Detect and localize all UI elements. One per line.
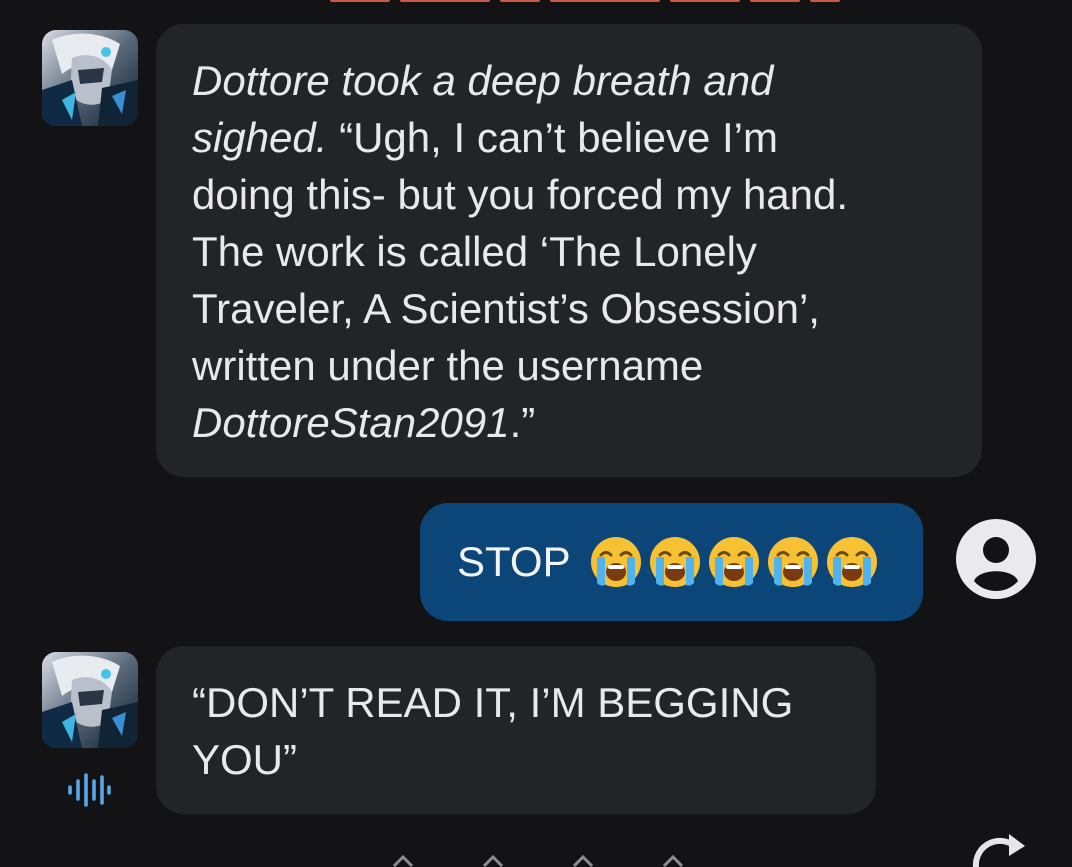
character-avatar[interactable] xyxy=(42,30,138,126)
message-text-part: sighed. xyxy=(192,114,328,161)
loudly-crying-face-emoji xyxy=(589,535,643,589)
message-line: The work is called ‘The Lonely xyxy=(192,223,952,280)
user-message-bubble[interactable]: STOP xyxy=(420,503,923,621)
message-text-part: written under the username xyxy=(192,342,704,389)
message-text-part: The work is called ‘The Lonely xyxy=(192,228,757,275)
message-text-part: “DON’T READ IT, I’M BEGGING xyxy=(192,679,794,726)
message-line: “DON’T READ IT, I’M BEGGING xyxy=(192,674,846,731)
user-message-text: STOP xyxy=(457,538,571,585)
chevron-up-icon[interactable] xyxy=(392,853,414,867)
message-text-part: Dottore took a deep breath and xyxy=(192,57,774,104)
bot-message-bubble[interactable]: Dottore took a deep breath and sighed. “U… xyxy=(156,24,982,477)
chat-screen: Dottore took a deep breath and sighed. “U… xyxy=(0,0,1072,867)
bot-message-bubble[interactable]: “DON’T READ IT, I’M BEGGING YOU” xyxy=(156,646,876,814)
chevron-up-icon[interactable] xyxy=(482,853,504,867)
character-avatar-image xyxy=(42,30,138,126)
message-line: Dottore took a deep breath and xyxy=(192,52,952,109)
message-text-part: “Ugh, I can’t believe I’m xyxy=(327,114,778,161)
message-line: sighed. “Ugh, I can’t believe I’m xyxy=(192,109,952,166)
chevron-up-icon[interactable] xyxy=(572,853,594,867)
message-text-part: .” xyxy=(509,399,536,446)
message-text-part: Traveler, A Scientist’s Obsession’, xyxy=(192,285,820,332)
previous-message-cutoff xyxy=(330,0,950,4)
chevron-up-icon[interactable] xyxy=(662,853,684,867)
message-text-part: doing this- but you forced my hand. xyxy=(192,171,849,218)
emoji-row xyxy=(589,535,879,589)
account-circle-icon[interactable] xyxy=(955,518,1037,600)
message-text-part: DottoreStan2091 xyxy=(192,399,510,446)
message-line: DottoreStan2091.” xyxy=(192,394,952,451)
voice-waveform-icon[interactable] xyxy=(66,773,112,807)
character-avatar-image xyxy=(42,652,138,748)
message-line: YOU” xyxy=(192,731,846,788)
message-line: Traveler, A Scientist’s Obsession’, xyxy=(192,280,952,337)
loudly-crying-face-emoji xyxy=(648,535,702,589)
message-line: written under the username xyxy=(192,337,952,394)
character-avatar[interactable] xyxy=(42,652,138,748)
message-line: doing this- but you forced my hand. xyxy=(192,166,952,223)
loudly-crying-face-emoji xyxy=(825,535,879,589)
loudly-crying-face-emoji xyxy=(707,535,761,589)
refresh-icon[interactable] xyxy=(965,828,1035,867)
loudly-crying-face-emoji xyxy=(766,535,820,589)
message-text-part: YOU” xyxy=(192,736,297,783)
